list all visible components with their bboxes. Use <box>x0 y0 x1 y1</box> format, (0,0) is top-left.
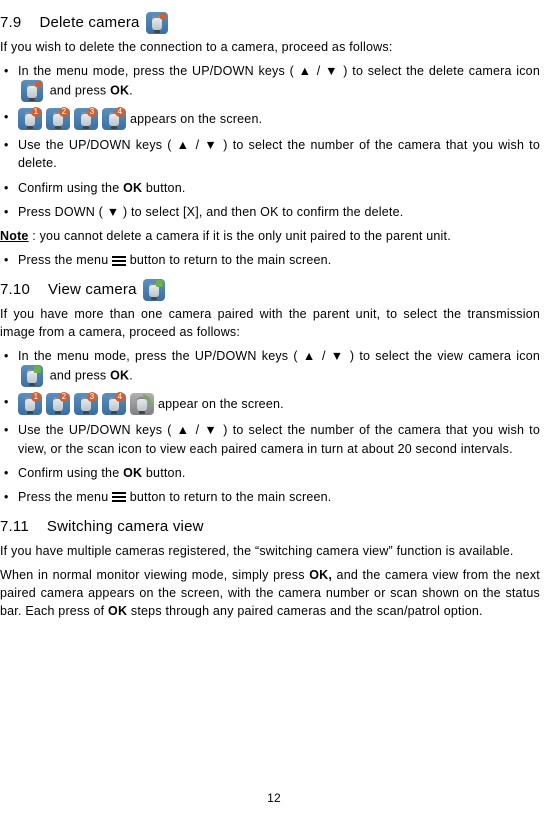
camera-3-icon: 3 <box>74 108 98 130</box>
text: Confirm using the <box>18 466 119 480</box>
ok-label: OK <box>108 604 127 618</box>
badge: 3 <box>87 107 97 117</box>
list-7-9: In the menu mode, press the UP/DOWN keys… <box>0 62 540 221</box>
text: button. <box>146 466 186 480</box>
heading-number: 7.11 <box>0 516 29 538</box>
list-item: Press DOWN ( ▼ ) to select [X], and then… <box>0 203 540 221</box>
heading-number: 7.10 <box>0 279 30 301</box>
list-7-10: In the menu mode, press the UP/DOWN keys… <box>0 347 540 506</box>
camera-number-icons: 1 2 3 4 <box>18 108 126 130</box>
text: . <box>129 84 133 98</box>
menu-icon <box>112 492 126 502</box>
ok-label: OK, <box>309 568 332 582</box>
heading-7-11: 7.11 Switching camera view <box>0 516 540 538</box>
heading-number: 7.9 <box>0 12 21 34</box>
text: Press the menu <box>18 253 108 267</box>
badge: 1 <box>31 107 41 117</box>
delete-camera-icon <box>146 12 168 34</box>
intro-7-10: If you have more than one camera paired … <box>0 305 540 341</box>
badge: 4 <box>115 392 125 402</box>
camera-1-icon: 1 <box>18 393 42 415</box>
badge: 2 <box>59 392 69 402</box>
list-item: Confirm using the OK button. <box>0 179 540 197</box>
ok-label: OK <box>110 84 129 98</box>
heading-7-9: 7.9 Delete camera <box>0 12 540 34</box>
p2-7-11: When in normal monitor viewing mode, sim… <box>0 566 540 620</box>
camera-number-icons: 1 2 3 4 <box>18 393 154 415</box>
list-item: Press the menu button to return to the m… <box>0 488 540 506</box>
camera-4-icon: 4 <box>102 393 126 415</box>
text: Confirm using the <box>18 181 119 195</box>
note-text: : you cannot delete a camera if it is th… <box>29 229 451 243</box>
ok-label: OK <box>123 181 142 195</box>
text: button to return to the main screen. <box>130 253 332 267</box>
ok-label: OK <box>123 466 142 480</box>
camera-2-icon: 2 <box>46 393 70 415</box>
text: and press <box>50 84 107 98</box>
delete-camera-icon <box>21 80 43 102</box>
heading-7-10: 7.10 View camera <box>0 279 540 301</box>
list-7-9b: Press the menu button to return to the m… <box>0 251 540 269</box>
camera-1-icon: 1 <box>18 108 42 130</box>
list-item: In the menu mode, press the UP/DOWN keys… <box>0 62 540 102</box>
text: steps through any paired cameras and the… <box>131 604 483 618</box>
view-camera-icon <box>21 365 43 387</box>
list-item: 1 2 3 4 appear on the screen. <box>0 393 540 415</box>
text: appears on the screen. <box>130 110 262 128</box>
text: button. <box>146 181 186 195</box>
list-item: Use the UP/DOWN keys ( ▲ / ▼ ) to select… <box>0 421 540 457</box>
badge: 2 <box>59 107 69 117</box>
note-label: Note <box>0 229 29 243</box>
text: In the menu mode, press the UP/DOWN keys… <box>18 64 540 78</box>
list-item: In the menu mode, press the UP/DOWN keys… <box>0 347 540 387</box>
p1-7-11: If you have multiple cameras registered,… <box>0 542 540 560</box>
badge: 3 <box>87 392 97 402</box>
view-camera-icon <box>143 279 165 301</box>
heading-title: Delete camera <box>39 12 139 34</box>
camera-2-icon: 2 <box>46 108 70 130</box>
heading-title: View camera <box>48 279 137 301</box>
list-item: Confirm using the OK button. <box>0 464 540 482</box>
text: and press <box>50 369 107 383</box>
text: button to return to the main screen. <box>130 490 332 504</box>
text: In the menu mode, press the UP/DOWN keys… <box>18 349 540 363</box>
intro-7-9: If you wish to delete the connection to … <box>0 38 540 56</box>
ok-label: OK <box>110 369 129 383</box>
list-item: 1 2 3 4 appears on the screen. <box>0 108 540 130</box>
text: appear on the screen. <box>158 395 284 413</box>
menu-icon <box>112 256 126 266</box>
text: . <box>129 369 133 383</box>
badge: 4 <box>115 107 125 117</box>
badge: 1 <box>31 392 41 402</box>
list-item: Use the UP/DOWN keys ( ▲ / ▼ ) to select… <box>0 136 540 172</box>
text: When in normal monitor viewing mode, sim… <box>0 568 305 582</box>
camera-3-icon: 3 <box>74 393 98 415</box>
scan-icon <box>130 393 154 415</box>
text: Press the menu <box>18 490 108 504</box>
heading-title: Switching camera view <box>47 516 204 538</box>
camera-4-icon: 4 <box>102 108 126 130</box>
page-number: 12 <box>0 790 548 807</box>
list-item: Press the menu button to return to the m… <box>0 251 540 269</box>
note-7-9: Note : you cannot delete a camera if it … <box>0 227 540 245</box>
